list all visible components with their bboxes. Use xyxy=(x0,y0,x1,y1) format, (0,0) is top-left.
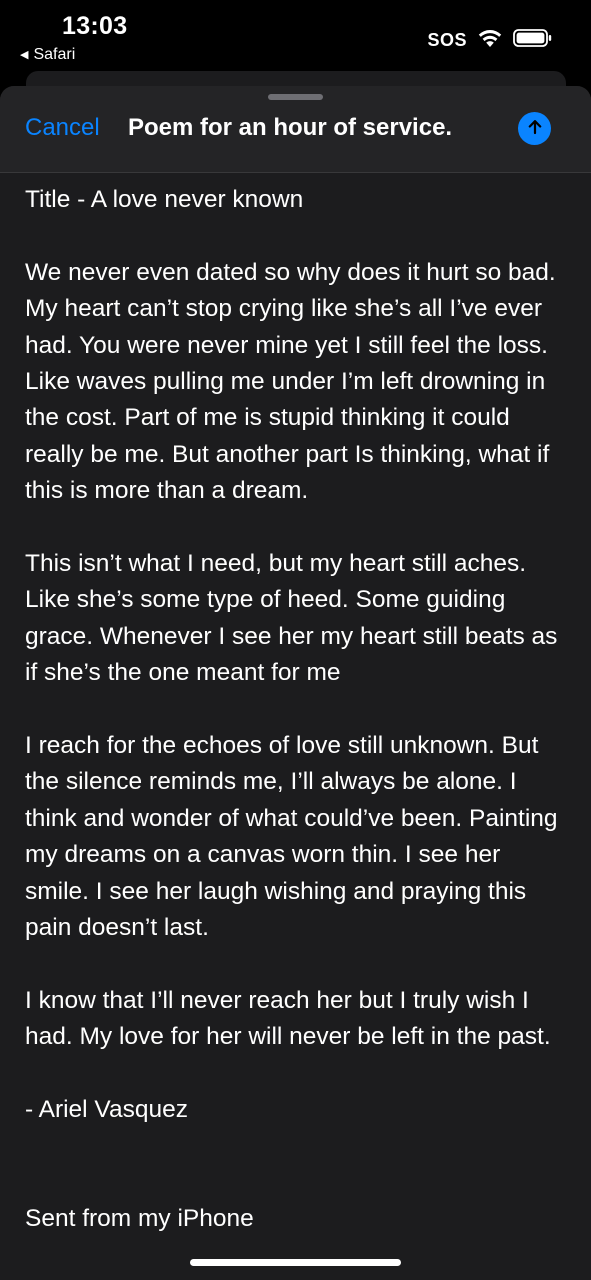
message-body[interactable]: Title - A love never known We never even… xyxy=(25,182,570,1274)
status-time: 13:03 xyxy=(62,12,128,40)
back-app-label: Safari xyxy=(33,46,76,63)
sos-indicator: SOS xyxy=(427,30,467,50)
poem-author: - Ariel Vasquez xyxy=(25,1096,188,1124)
email-signature: Sent from my iPhone xyxy=(25,1205,254,1233)
cancel-button[interactable]: Cancel xyxy=(25,114,100,142)
compose-header: Cancel Poem for an hour of service. xyxy=(0,86,591,173)
poem-paragraph: I know that I’ll never reach her but I t… xyxy=(25,986,551,1051)
status-bar: 13:03 ◀ Safari SOS xyxy=(0,0,591,72)
wifi-icon xyxy=(477,28,503,53)
poem-paragraph: I reach for the echoes of love still unk… xyxy=(25,732,558,942)
battery-icon xyxy=(513,28,553,53)
mail-compose-sheet: Cancel Poem for an hour of service. Titl… xyxy=(0,86,591,1280)
poem-paragraph: This isn’t what I need, but my heart sti… xyxy=(25,550,558,687)
back-arrow-icon: ◀ xyxy=(20,48,29,61)
sheet-grabber[interactable] xyxy=(268,94,323,100)
home-indicator[interactable] xyxy=(190,1259,401,1266)
status-indicators: SOS xyxy=(427,28,553,53)
send-button[interactable] xyxy=(518,112,551,145)
arrow-up-icon xyxy=(525,117,545,140)
back-to-safari-button[interactable]: ◀ Safari xyxy=(20,46,75,64)
poem-paragraph: We never even dated so why does it hurt … xyxy=(25,258,556,505)
poem-title: Title - A love never known xyxy=(25,186,304,213)
compose-subject: Poem for an hour of service. xyxy=(128,114,453,141)
